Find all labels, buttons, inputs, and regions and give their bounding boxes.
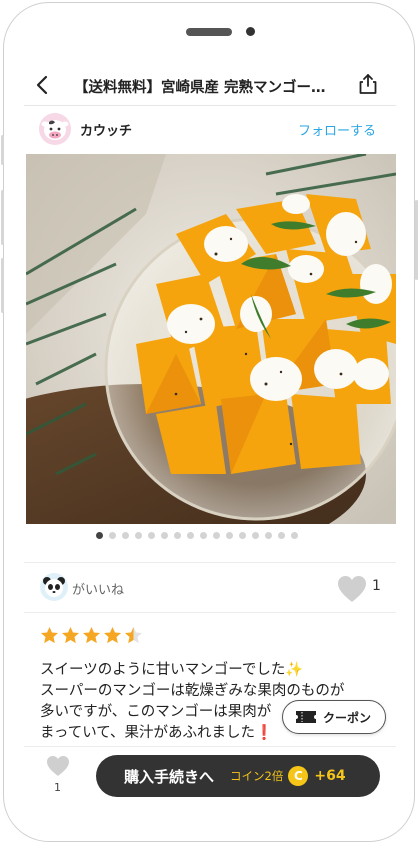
phone-side-button <box>1 135 4 165</box>
cow-avatar-icon <box>41 120 69 140</box>
carousel-dot[interactable] <box>239 532 246 539</box>
carousel-dot[interactable] <box>226 532 233 539</box>
star-icon <box>124 626 143 644</box>
share-icon[interactable] <box>356 72 380 96</box>
coupon-button[interactable]: クーポン <box>282 700 386 734</box>
checkout-button[interactable]: 購入手続きへ コイン2倍 C +64 <box>96 755 380 797</box>
divider <box>24 612 396 613</box>
phone-volume-down <box>1 258 4 313</box>
checkout-label: 購入手続きへ <box>124 767 215 786</box>
rating-stars <box>40 626 143 646</box>
carousel-dot[interactable] <box>135 532 142 539</box>
phone-camera <box>246 27 255 36</box>
heart-icon[interactable] <box>337 575 367 603</box>
star-icon <box>82 626 101 644</box>
carousel-dot[interactable] <box>161 532 168 539</box>
app-screen: 【送料無料】宮崎県産 完熟マンゴー… カウッチ フォローする がいいね 1 スイ… <box>24 64 396 808</box>
liker-avatar[interactable] <box>40 573 68 601</box>
author-name[interactable]: カウッチ <box>80 120 132 139</box>
star-icon <box>40 626 59 644</box>
product-photo[interactable] <box>26 154 396 524</box>
panda-avatar-icon <box>43 577 65 597</box>
like-count-small: 1 <box>54 781 61 794</box>
coin-multiplier-label: コイン2倍 <box>230 769 284 783</box>
coupon-label: クーポン <box>323 710 372 725</box>
coin-amount: +64 <box>314 768 346 784</box>
carousel-dot[interactable] <box>109 532 116 539</box>
carousel-dot[interactable] <box>122 532 129 539</box>
carousel-dot[interactable] <box>265 532 272 539</box>
carousel-dot[interactable] <box>96 532 103 539</box>
author-avatar[interactable] <box>39 113 71 145</box>
phone-power-button <box>415 200 418 280</box>
phone-speaker <box>186 28 232 36</box>
author-row: カウッチ フォローする <box>24 107 396 151</box>
carousel-dot[interactable] <box>148 532 155 539</box>
like-count: 1 <box>372 578 381 594</box>
phone-volume-up <box>1 190 4 245</box>
page-title: 【送料無料】宮崎県産 完熟マンゴー… <box>74 80 326 96</box>
divider <box>24 562 396 563</box>
like-heart-icon[interactable] <box>46 755 70 777</box>
coin-icon: C <box>288 766 309 786</box>
carousel-dot[interactable] <box>252 532 259 539</box>
carousel-indicator <box>24 532 396 542</box>
review-line: スーパーのマンゴーは乾燥ぎみな果肉のものが <box>40 683 345 699</box>
carousel-dot[interactable] <box>200 532 207 539</box>
ticket-icon <box>296 711 316 723</box>
back-arrow-icon[interactable] <box>32 74 54 96</box>
carousel-dot[interactable] <box>187 532 194 539</box>
like-row: がいいね 1 <box>24 564 396 610</box>
mango-salad-image <box>26 154 396 524</box>
follow-button[interactable]: フォローする <box>298 120 376 139</box>
star-icon <box>103 626 122 644</box>
bottom-action-bar: 1 購入手続きへ コイン2倍 C +64 <box>24 746 396 808</box>
carousel-dot[interactable] <box>213 532 220 539</box>
review-line: スイーツのように甘いマンゴーでした✨ <box>40 662 304 678</box>
carousel-dot[interactable] <box>291 532 298 539</box>
carousel-dot[interactable] <box>174 532 181 539</box>
top-header: 【送料無料】宮崎県産 完熟マンゴー… <box>24 64 396 106</box>
star-icon <box>61 626 80 644</box>
carousel-dot[interactable] <box>278 532 285 539</box>
like-label: がいいね <box>72 583 125 598</box>
